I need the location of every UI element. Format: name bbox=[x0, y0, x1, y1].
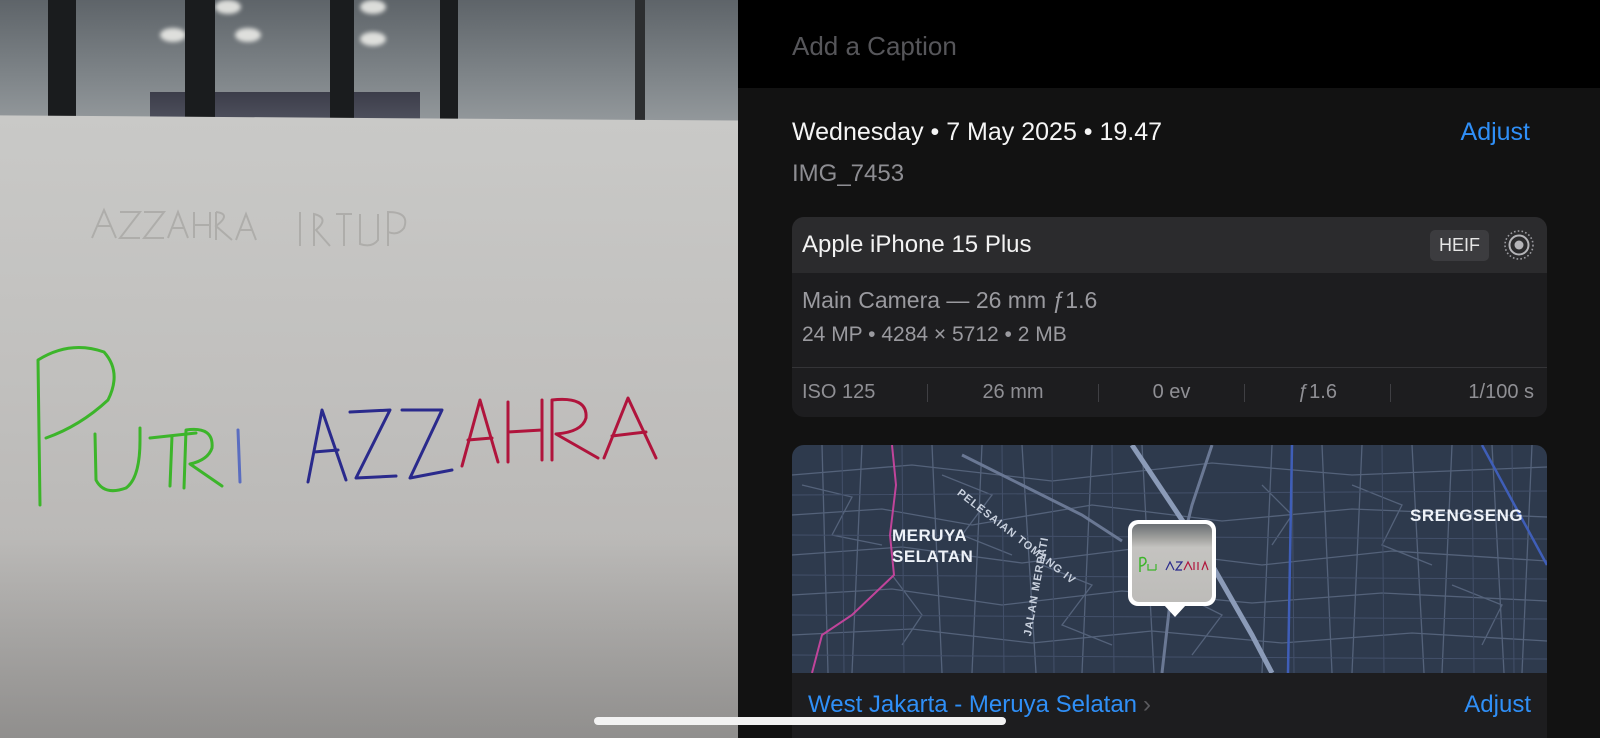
location-link[interactable]: West Jakarta - Meruya Selatan › bbox=[808, 691, 1151, 719]
caption-input[interactable] bbox=[792, 28, 1492, 64]
location-card: MERUYA SELATAN SRENGSENG PELESAIAN TOMAN… bbox=[792, 445, 1547, 738]
map-label-meruya: MERUYA SELATAN bbox=[892, 525, 973, 567]
location-name: West Jakarta - Meruya Selatan bbox=[808, 691, 1138, 718]
map-label-srengseng: SRENGSENG bbox=[1410, 506, 1524, 525]
home-indicator[interactable] bbox=[594, 717, 1006, 725]
device-header: Apple iPhone 15 Plus HEIF bbox=[792, 217, 1547, 273]
map-label-line: SELATAN bbox=[892, 547, 974, 566]
exif-focal-length: 26 mm bbox=[982, 381, 1044, 403]
pin-pointer bbox=[1164, 605, 1186, 617]
adjust-location-button[interactable]: Adjust bbox=[1464, 691, 1531, 719]
device-card: Apple iPhone 15 Plus HEIF Main Camera — … bbox=[792, 217, 1547, 417]
exif-shutter-speed: 1/100 s bbox=[1468, 381, 1534, 403]
map-label-line: MERUYA bbox=[892, 526, 968, 545]
location-thumbnail bbox=[1132, 524, 1212, 602]
device-name: Apple iPhone 15 Plus bbox=[802, 231, 1032, 258]
capture-date: Wednesday • 7 May 2025 • 19.47 bbox=[792, 118, 1163, 146]
exif-row: ISO 125 26 mm 0 ev ƒ1.6 1/100 s bbox=[792, 367, 1547, 417]
handwriting-ahra bbox=[460, 396, 658, 468]
image-specs: 24 MP • 4284 × 5712 • 2 MB bbox=[802, 323, 1067, 346]
location-map[interactable]: MERUYA SELATAN SRENGSENG PELESAIAN TOMAN… bbox=[792, 445, 1547, 673]
exif-iso: ISO 125 bbox=[802, 381, 876, 403]
thumbnail-writing bbox=[1139, 556, 1209, 572]
chevron-right-icon: › bbox=[1143, 691, 1152, 718]
photo-view[interactable] bbox=[0, 0, 738, 738]
info-panel: Wednesday • 7 May 2025 • 19.47 Adjust IM… bbox=[738, 0, 1600, 738]
file-name: IMG_7453 bbox=[792, 160, 905, 187]
exif-aperture: ƒ1.6 bbox=[1298, 381, 1337, 403]
camera-lens: Main Camera — 26 mm ƒ1.6 bbox=[802, 287, 1098, 313]
caption-bar bbox=[738, 0, 1600, 88]
exif-exposure-value: 0 ev bbox=[1152, 381, 1191, 403]
format-badge: HEIF bbox=[1429, 230, 1489, 261]
adjust-date-button[interactable]: Adjust bbox=[1461, 118, 1530, 147]
bleed-through-writing bbox=[91, 207, 407, 247]
handwriting-azz bbox=[306, 408, 454, 484]
handwriting-putri bbox=[36, 346, 242, 507]
photo-location-pin[interactable] bbox=[1128, 520, 1216, 617]
live-photo-icon bbox=[1504, 230, 1534, 260]
handwriting-drawing bbox=[36, 207, 658, 507]
